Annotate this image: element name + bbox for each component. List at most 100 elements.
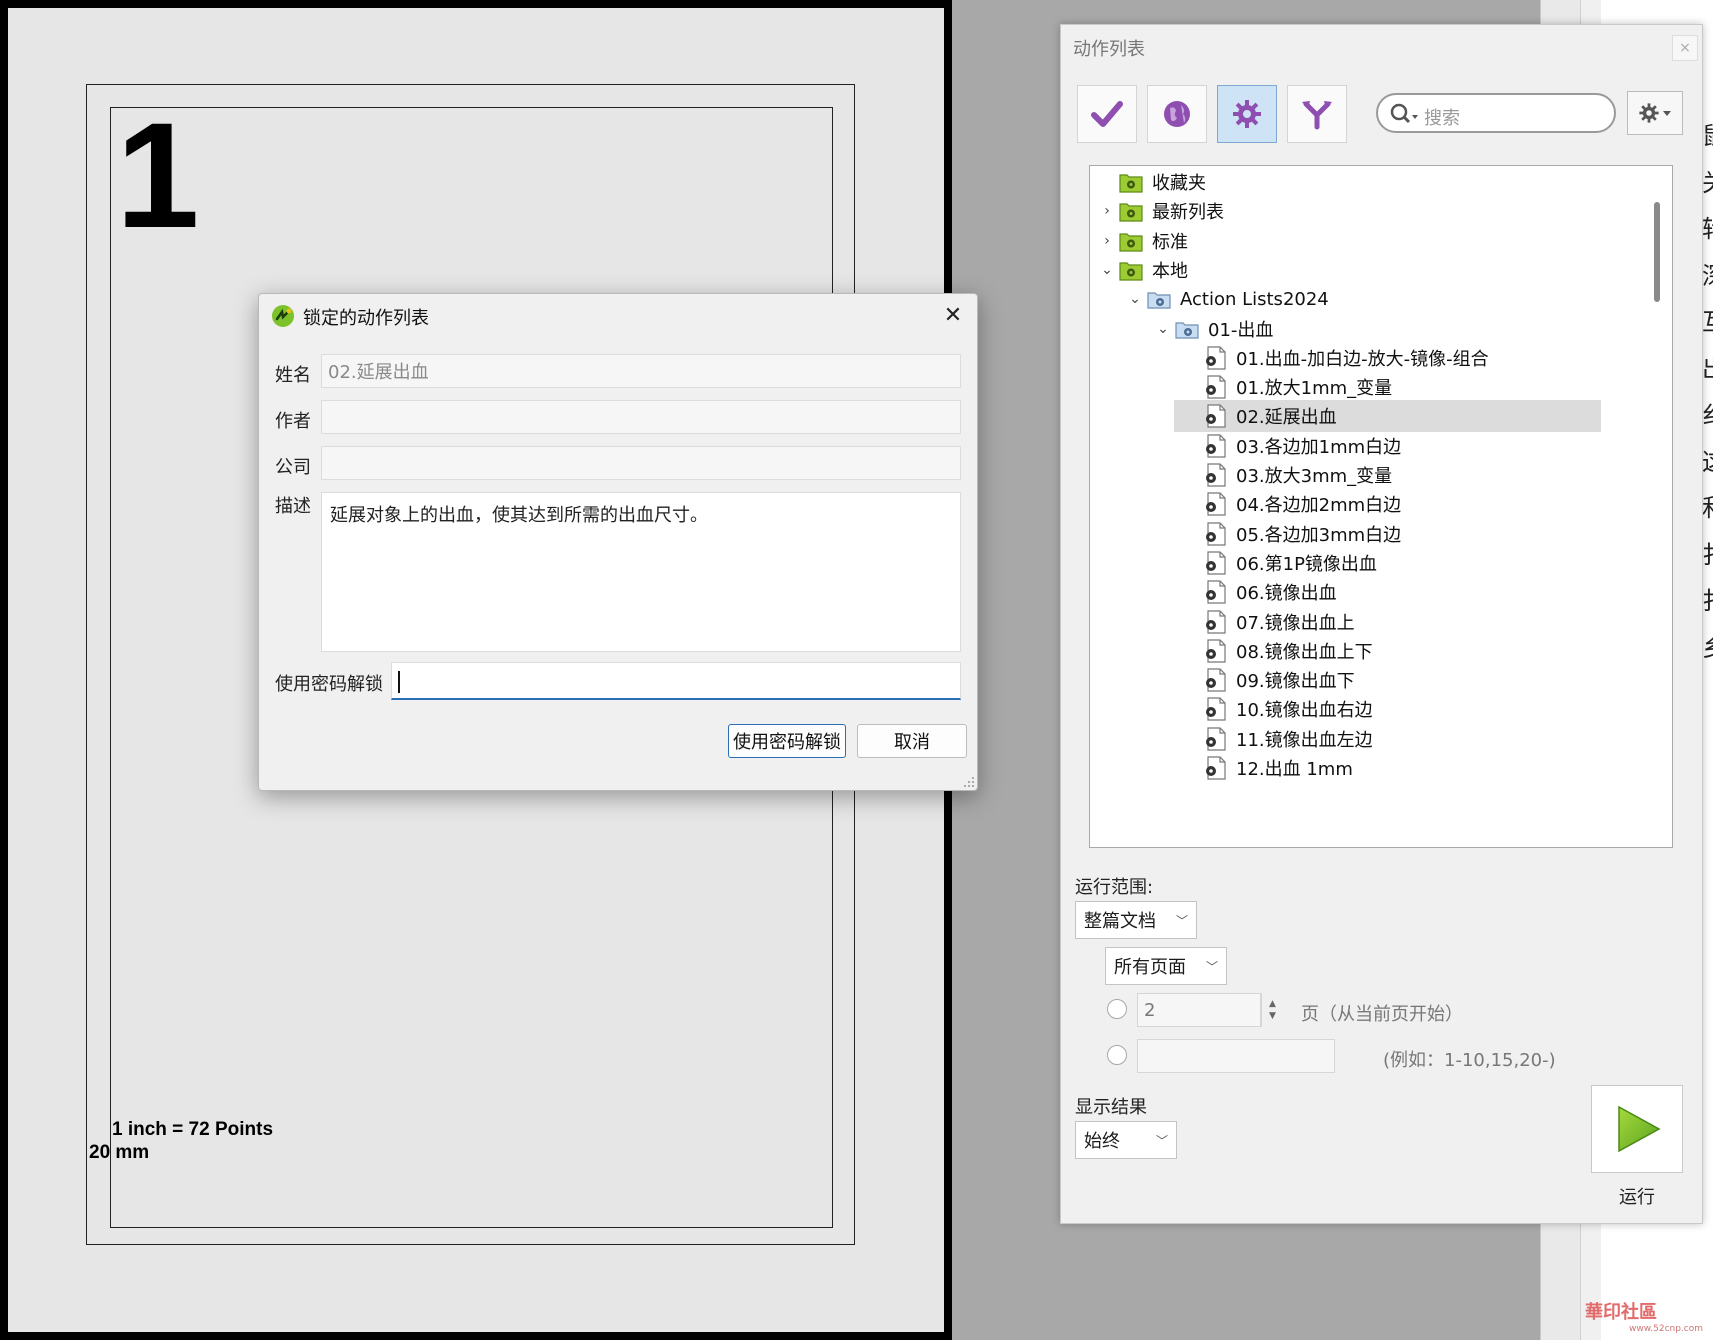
tree-item-label: 03.各边加1mm白边: [1236, 436, 1402, 458]
action-item[interactable]: 01.出血-加白边-放大-镜像-组合: [1180, 342, 1489, 374]
action-tree[interactable]: 收藏夹 › 最新列表 › 标准 ⌄ 本地 ⌄ Action Lists2024 ⌄ 01-出血 01.…: [1089, 165, 1673, 848]
tree-item-label: 03.放大3mm_变量: [1236, 466, 1393, 487]
tab-check-button[interactable]: [1077, 85, 1137, 143]
page-range-input[interactable]: [1137, 1039, 1335, 1073]
search-input[interactable]: 搜索: [1376, 93, 1616, 133]
tab-split-button[interactable]: [1287, 85, 1347, 143]
action-file-icon: [1206, 697, 1226, 721]
background-glyph: 和: [1702, 488, 1713, 523]
action-file-icon: [1206, 668, 1226, 692]
action-item[interactable]: 06.第1P镜像出血: [1180, 547, 1377, 579]
action-item[interactable]: 11.镜像出血左边: [1180, 723, 1373, 755]
folder-item[interactable]: › 标准: [1096, 225, 1188, 257]
folder-icon: [1119, 232, 1143, 252]
watermark-text: 華印社區: [1585, 1302, 1657, 1323]
description-field[interactable]: 延展对象上的出血，使其达到所需的出血尺寸。: [321, 492, 961, 652]
scope-select-value: 整篇文档: [1084, 911, 1156, 932]
folder-item[interactable]: 收藏夹: [1096, 166, 1206, 198]
tree-item-label: 09.镜像出血下: [1236, 671, 1355, 693]
chevron-right-icon[interactable]: ›: [1096, 233, 1118, 249]
action-item[interactable]: 03.放大3mm_变量: [1180, 459, 1392, 491]
search-placeholder: 搜索: [1424, 108, 1460, 129]
folder-icon: [1119, 262, 1143, 281]
locked-action-dialog: 锁定的动作列表 ✕ 姓名 02.延展出血 作者 公司 描述 延展对象上的出血，使…: [258, 293, 978, 791]
page-count-radio[interactable]: [1107, 999, 1127, 1019]
page-count-input[interactable]: 2: [1137, 993, 1261, 1027]
tab-globe-button[interactable]: [1147, 85, 1207, 143]
action-item[interactable]: 10.镜像出血右边: [1180, 693, 1373, 725]
cancel-button[interactable]: 取消: [857, 724, 967, 758]
action-file-icon: [1206, 756, 1226, 780]
pages-select[interactable]: 所有页面 ﹀: [1105, 947, 1227, 985]
action-file-icon: [1206, 727, 1226, 751]
show-result-select[interactable]: 始终 ﹀: [1075, 1121, 1177, 1159]
action-item[interactable]: 05.各边加3mm白边: [1180, 518, 1401, 550]
page-range-radio[interactable]: [1107, 1045, 1127, 1065]
action-file-icon: [1206, 609, 1226, 634]
action-file-icon: [1206, 521, 1226, 546]
panel-title: 动作列表: [1073, 39, 1145, 60]
company-field[interactable]: [321, 446, 961, 480]
action-item[interactable]: 06.镜像出血: [1180, 576, 1337, 608]
chevron-right-icon[interactable]: ›: [1096, 203, 1118, 219]
dialog-title: 锁定的动作列表: [303, 308, 429, 329]
tree-item-label: 收藏夹: [1152, 173, 1206, 194]
unlock-button[interactable]: 使用密码解锁: [728, 724, 846, 758]
folder-icon: [1119, 174, 1143, 193]
chevron-down-icon[interactable]: ⌄: [1096, 262, 1118, 278]
scope-select[interactable]: 整篇文档 ﹀: [1075, 901, 1197, 939]
tree-item-label: 10.镜像出血右边: [1236, 700, 1373, 722]
folder-item[interactable]: › 最新列表: [1096, 195, 1224, 227]
tree-item-label: 01.出血-加白边-放大-镜像-组合: [1236, 348, 1489, 370]
tree-scrollbar-thumb[interactable]: [1654, 202, 1660, 302]
resize-grip-icon[interactable]: [963, 776, 975, 788]
tab-gear-button[interactable]: [1217, 85, 1277, 143]
password-input[interactable]: [391, 662, 961, 700]
page-count-suffix: 页（从当前页开始）: [1301, 1004, 1463, 1025]
settings-gear-icon: [1639, 103, 1659, 123]
action-item[interactable]: 09.镜像出血下: [1180, 664, 1355, 696]
search-icon: [1390, 103, 1418, 124]
folder-item[interactable]: ⌄ 01-出血: [1152, 313, 1273, 345]
settings-dropdown-button[interactable]: [1627, 91, 1683, 135]
action-item[interactable]: 07.镜像出血上: [1180, 606, 1355, 638]
dialog-close-button[interactable]: ✕: [939, 302, 967, 330]
action-item[interactable]: 12.出血 1mm: [1180, 752, 1353, 784]
page-count-stepper[interactable]: ▲ ▼: [1261, 993, 1283, 1027]
action-file-icon: [1206, 580, 1226, 604]
action-item[interactable]: 02.延展出血: [1174, 400, 1601, 433]
folder-item[interactable]: ⌄ 本地: [1096, 254, 1188, 286]
tree-item-label: 01.放大1mm_变量: [1236, 378, 1393, 400]
dropdown-arrow-icon: [1663, 111, 1671, 116]
chevron-down-icon[interactable]: ⌄: [1152, 321, 1174, 337]
name-field[interactable]: 02.延展出血: [321, 354, 961, 388]
background-glyph: 纟: [1702, 395, 1713, 430]
action-item[interactable]: 04.各边加2mm白边: [1180, 488, 1401, 520]
tree-item-label: 01-出血: [1208, 319, 1274, 341]
page-number: 1: [116, 91, 200, 259]
action-item[interactable]: 03.各边加1mm白边: [1180, 430, 1401, 462]
page-count-value: 2: [1144, 999, 1156, 1021]
action-file-icon: [1206, 434, 1226, 458]
show-result-label: 显示结果: [1075, 1097, 1147, 1118]
tree-item-label: 08.镜像出血上下: [1236, 641, 1373, 663]
blue-folder-icon: [1147, 292, 1171, 309]
app-logo-icon: [272, 305, 294, 327]
split-arrows-icon: [1302, 101, 1332, 130]
chevron-down-icon[interactable]: ⌄: [1124, 291, 1146, 307]
run-scope-label: 运行范围:: [1075, 877, 1154, 898]
background-glyph: 乡: [1702, 628, 1713, 663]
action-item[interactable]: 08.镜像出血上下: [1180, 635, 1373, 667]
run-button[interactable]: [1591, 1085, 1683, 1173]
background-glyph: 转: [1702, 209, 1713, 244]
pages-select-value: 所有页面: [1114, 957, 1186, 978]
action-item[interactable]: 01.放大1mm_变量: [1180, 371, 1392, 403]
checkmark-icon: [1091, 101, 1123, 127]
panel-close-button[interactable]: ×: [1672, 35, 1698, 61]
author-field[interactable]: [321, 400, 961, 434]
action-file-icon: [1206, 463, 1226, 487]
background-glyph: 鼠: [1702, 116, 1713, 151]
folder-item[interactable]: ⌄ Action Lists2024: [1124, 283, 1329, 315]
globe-icon: [1164, 101, 1190, 127]
action-file-icon: [1206, 346, 1226, 370]
